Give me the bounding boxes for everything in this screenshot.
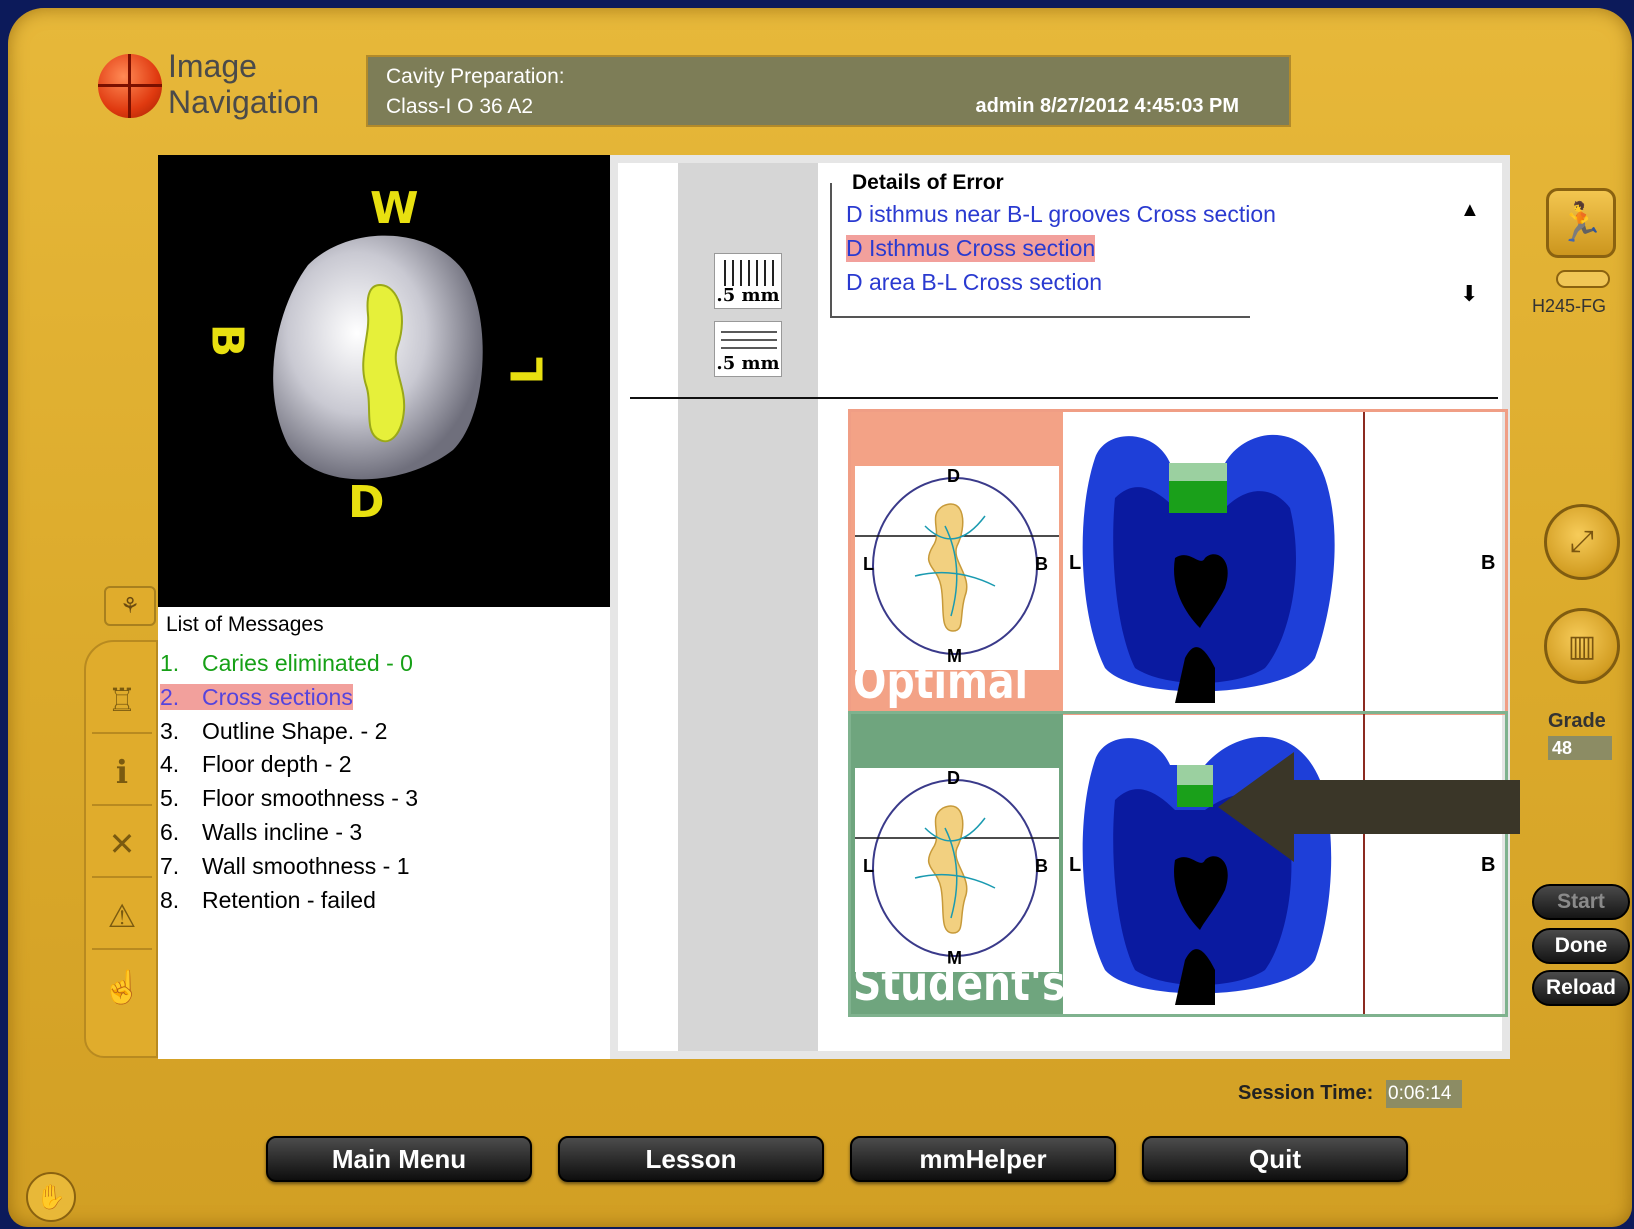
- error-details-title: Details of Error: [850, 171, 1004, 195]
- sketch-label-top: D: [947, 768, 960, 788]
- tooth-icon[interactable]: ♖: [92, 668, 152, 734]
- cross-section-panel: .5 mm .5 mm Details of Error D isthmus n…: [610, 155, 1510, 1059]
- section-label-right: B: [1481, 552, 1496, 574]
- error-item[interactable]: D isthmus near B-L grooves Cross section: [846, 201, 1276, 228]
- message-item[interactable]: 4. Floor depth - 2: [160, 748, 418, 782]
- student-label: Student's: [853, 956, 1066, 1012]
- section-label-left: L: [1069, 552, 1082, 574]
- message-item[interactable]: 1. Caries eliminated - 0: [160, 647, 418, 681]
- tool-name: H245-FG: [1532, 296, 1607, 316]
- direction-bottom: D: [348, 477, 385, 528]
- quit-button[interactable]: Quit: [1142, 1136, 1408, 1182]
- message-item[interactable]: 6. Walls incline - 3: [160, 816, 418, 850]
- run-icon[interactable]: 🏃: [1546, 188, 1616, 258]
- messages-panel: List of Messages 1. Caries eliminated - 0…: [158, 607, 610, 1059]
- error-item[interactable]: D area B-L Cross section: [846, 269, 1102, 296]
- messages-list: 1. Caries eliminated - 0 2. Cross sections…: [160, 647, 418, 917]
- sketch-label-left: L: [863, 856, 874, 876]
- message-item[interactable]: 7. Wall smoothness - 1: [160, 850, 418, 884]
- header-bar: Cavity Preparation: Class-I O 36 A2 admi…: [366, 55, 1291, 127]
- horizontal-scale-button[interactable]: .5 mm: [714, 321, 782, 377]
- direction-right: L: [502, 356, 554, 385]
- error-item-selected[interactable]: D Isthmus Cross section: [846, 235, 1096, 262]
- left-toolbar: ♖ ℹ ✕ ⚠ ☝: [84, 640, 158, 1058]
- user-timestamp: admin 8/27/2012 4:45:03 PM: [975, 95, 1239, 117]
- optimal-outline-sketch: D M L B: [855, 466, 1059, 670]
- sketch-label-left: L: [863, 554, 874, 574]
- warning-icon[interactable]: ⚠: [92, 884, 152, 950]
- error-details-box: Details of Error D isthmus near B-L groo…: [830, 171, 1276, 318]
- session-time-value: 0:06:14: [1386, 1080, 1462, 1108]
- scroll-up-icon[interactable]: ▲: [1460, 199, 1480, 222]
- section-label-left: L: [1069, 854, 1082, 876]
- done-button[interactable]: Done: [1532, 928, 1630, 964]
- grade-label: Grade: [1548, 710, 1606, 732]
- grade-value: 48: [1548, 736, 1612, 760]
- reload-button[interactable]: Reload: [1532, 970, 1630, 1006]
- tooth-3d-view[interactable]: W B L D: [158, 155, 610, 607]
- sketch-label-right: B: [1035, 856, 1048, 876]
- logo-line1: Image: [168, 48, 257, 84]
- scroll-down-icon[interactable]: ⬇: [1460, 281, 1478, 307]
- student-outline-sketch: D M L B: [855, 768, 1059, 972]
- measure-icon[interactable]: ⤢: [1544, 504, 1620, 580]
- optimal-cross-section: [1082, 434, 1335, 703]
- message-item[interactable]: 8. Retention - failed: [160, 884, 418, 918]
- lesson-button[interactable]: Lesson: [558, 1136, 824, 1182]
- vertical-scale-label: .5 mm: [716, 285, 780, 306]
- optimal-comparison: D M L B Optimal L B: [848, 409, 1508, 715]
- close-icon[interactable]: ✕: [92, 812, 152, 878]
- procedure-class: Class-I O 36 A2: [386, 95, 534, 118]
- direction-top: W: [370, 183, 419, 234]
- direction-left: B: [201, 323, 253, 358]
- message-item[interactable]: 3. Outline Shape. - 2: [160, 715, 418, 749]
- optimal-label: Optimal: [853, 654, 1029, 710]
- main-menu-button[interactable]: Main Menu: [266, 1136, 532, 1182]
- session-time-label: Session Time:: [1238, 1082, 1374, 1104]
- app-logo: Image Navigation: [98, 48, 348, 128]
- info-icon[interactable]: ℹ: [92, 740, 152, 806]
- start-button[interactable]: Start: [1532, 884, 1630, 920]
- message-item[interactable]: 2. Cross sections: [160, 681, 418, 715]
- logo-line2: Navigation: [168, 84, 320, 120]
- horizontal-scale-label: .5 mm: [716, 353, 780, 374]
- procedure-title: Cavity Preparation:: [386, 65, 565, 88]
- messages-title: List of Messages: [166, 613, 324, 636]
- hand-pointer-icon[interactable]: ☝: [92, 954, 152, 1020]
- message-item[interactable]: 5. Floor smoothness - 3: [160, 782, 418, 816]
- divider: [630, 397, 1498, 399]
- sketch-label-right: B: [1035, 554, 1048, 574]
- stats-icon[interactable]: ▥: [1544, 608, 1620, 684]
- mmhelper-button[interactable]: mmHelper: [850, 1136, 1116, 1182]
- person-tab-icon[interactable]: ⚘: [104, 586, 156, 626]
- vertical-scale-button[interactable]: .5 mm: [714, 253, 782, 309]
- annotation-arrow: [1218, 752, 1520, 862]
- bur-tool-icon[interactable]: [1556, 270, 1610, 288]
- settings-hand-icon[interactable]: ✋: [26, 1172, 76, 1222]
- sketch-label-top: D: [947, 466, 960, 486]
